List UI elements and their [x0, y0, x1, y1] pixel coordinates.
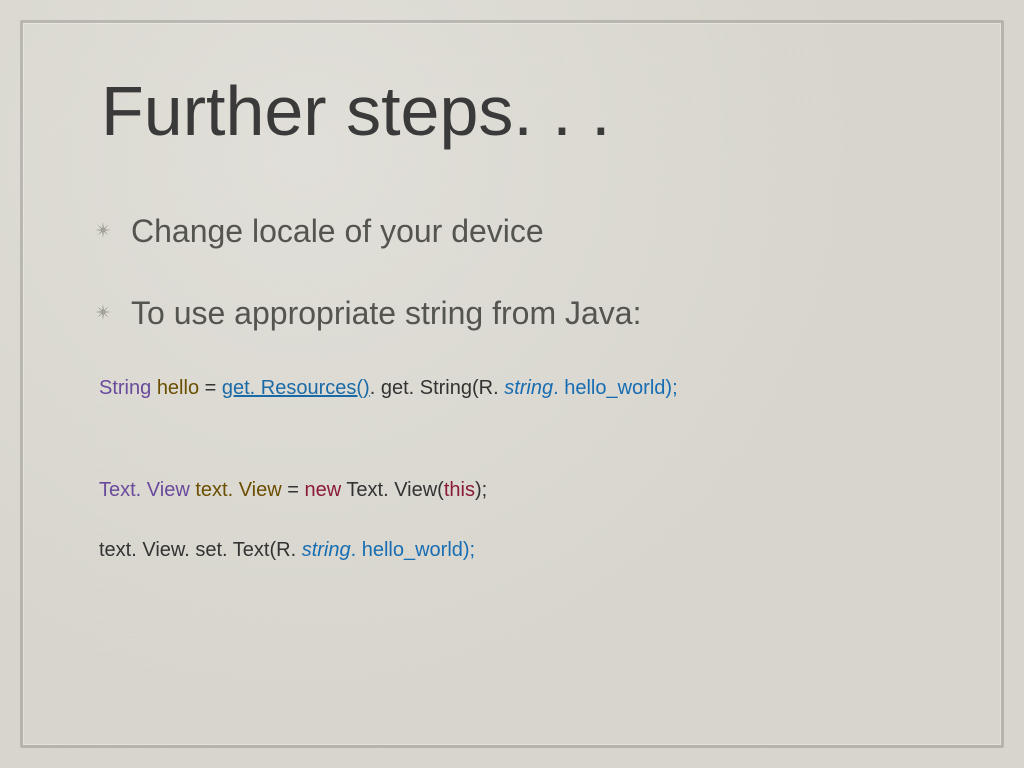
code-token: );: [475, 479, 487, 501]
code-token-type: String: [99, 377, 157, 399]
slide-frame: Further steps. . . Change locale of your…: [20, 20, 1004, 748]
code-token: =: [287, 479, 304, 501]
code-token: =: [205, 377, 222, 399]
code-line: text. View. set. Text(R. string. hello_w…: [99, 537, 929, 563]
code-token-type: Text. View: [99, 479, 195, 501]
code-token: Text. View(: [341, 479, 444, 501]
code-line: Text. View text. View = new Text. View(t…: [99, 477, 929, 503]
bullet-text: To use appropriate string from Java:: [131, 295, 641, 331]
code-token: text. View. set. Text(R.: [99, 539, 302, 561]
starburst-icon: [95, 304, 111, 320]
code-token: . get. String(R.: [370, 377, 505, 399]
slide: Further steps. . . Change locale of your…: [0, 0, 1024, 768]
code-link[interactable]: get. Resources(): [222, 377, 370, 399]
code-token-var: hello: [157, 377, 205, 399]
bullet-item: Change locale of your device: [95, 211, 929, 251]
code-token-member: . hello_world);: [553, 377, 678, 399]
starburst-icon: [95, 222, 111, 238]
code-token-member: . hello_world);: [351, 539, 476, 561]
bullet-text: Change locale of your device: [131, 213, 544, 249]
code-token-var: text. View: [195, 479, 287, 501]
code-token-field: string: [504, 377, 553, 399]
code-line: String hello = get. Resources(). get. St…: [99, 375, 929, 401]
bullet-list: Change locale of your device To use appr…: [95, 211, 929, 333]
bullet-item: To use appropriate string from Java:: [95, 293, 929, 333]
code-token-this: this: [444, 479, 475, 501]
code-token-field: string: [302, 539, 351, 561]
code-block: String hello = get. Resources(). get. St…: [99, 375, 929, 563]
code-token-keyword: new: [305, 479, 342, 501]
slide-title: Further steps. . .: [101, 71, 929, 151]
